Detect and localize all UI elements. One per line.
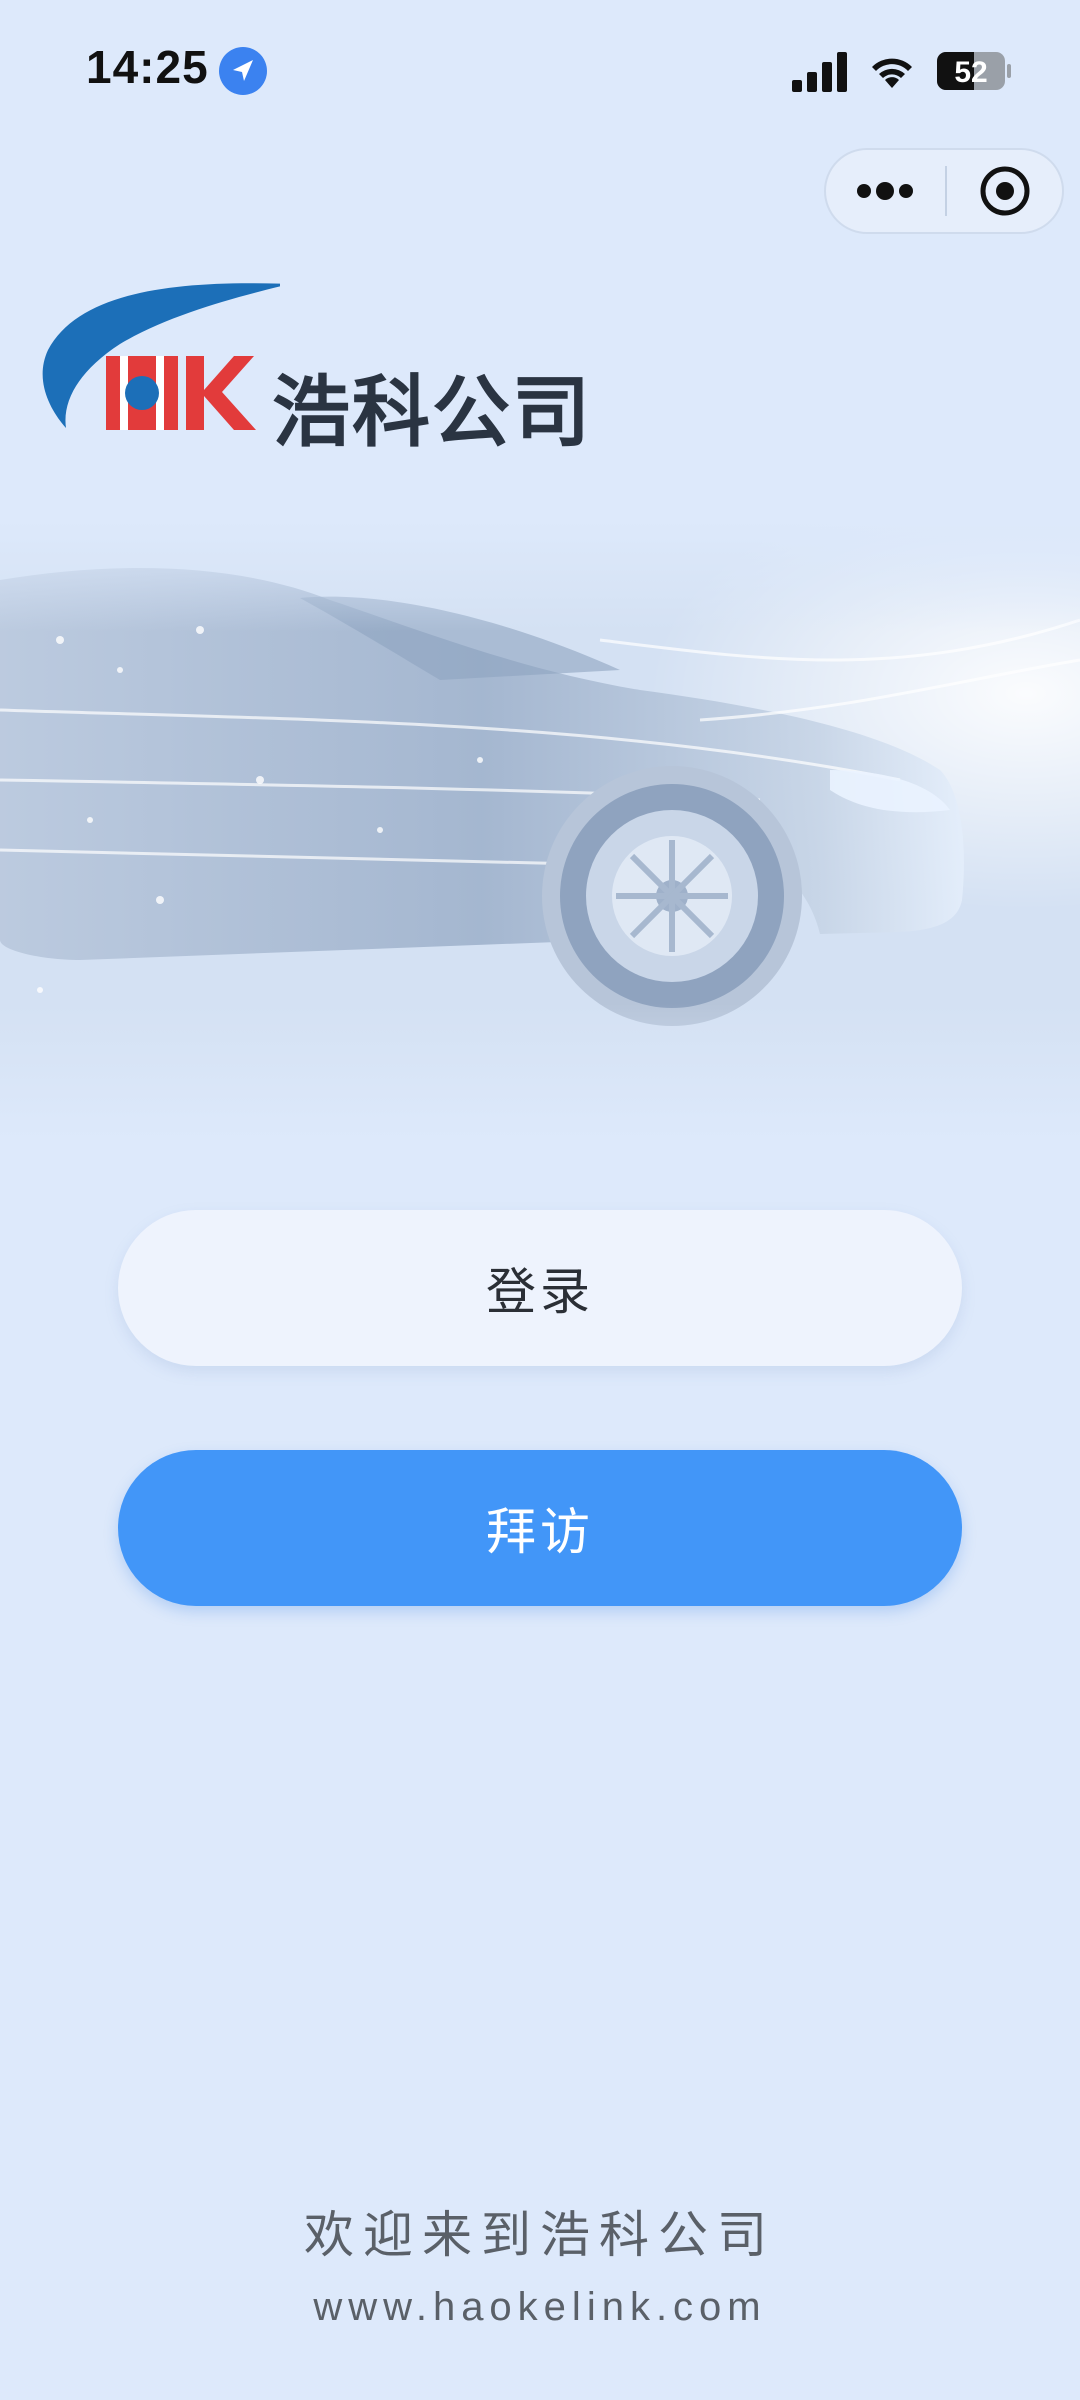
wifi-icon [872, 58, 912, 88]
location-arrow-icon [219, 47, 267, 95]
welcome-text: 欢迎来到浩科公司 [304, 2206, 776, 2264]
visit-button[interactable]: 拜访 [118, 1450, 962, 1606]
status-bar: 14:25 52 [0, 0, 1080, 140]
more-dots-icon [857, 182, 913, 200]
target-close-icon [980, 166, 1030, 216]
website-url: www.haokelink.com [313, 2285, 767, 2329]
capsule-divider [945, 166, 947, 216]
hk-logo-mark [42, 283, 280, 430]
more-button[interactable] [826, 150, 944, 232]
company-logo: 浩科公司 [40, 280, 600, 458]
battery-level: 52 [954, 56, 987, 89]
status-time: 14:25 [86, 41, 209, 93]
close-mini-program-button[interactable] [948, 150, 1062, 232]
battery-icon: 52 [937, 52, 1011, 90]
signal-icon [792, 52, 847, 92]
company-name: 浩科公司 [272, 368, 593, 458]
login-button[interactable]: 登录 [118, 1210, 962, 1366]
car-hero-image [0, 520, 1080, 1140]
mini-program-capsule [824, 148, 1064, 234]
